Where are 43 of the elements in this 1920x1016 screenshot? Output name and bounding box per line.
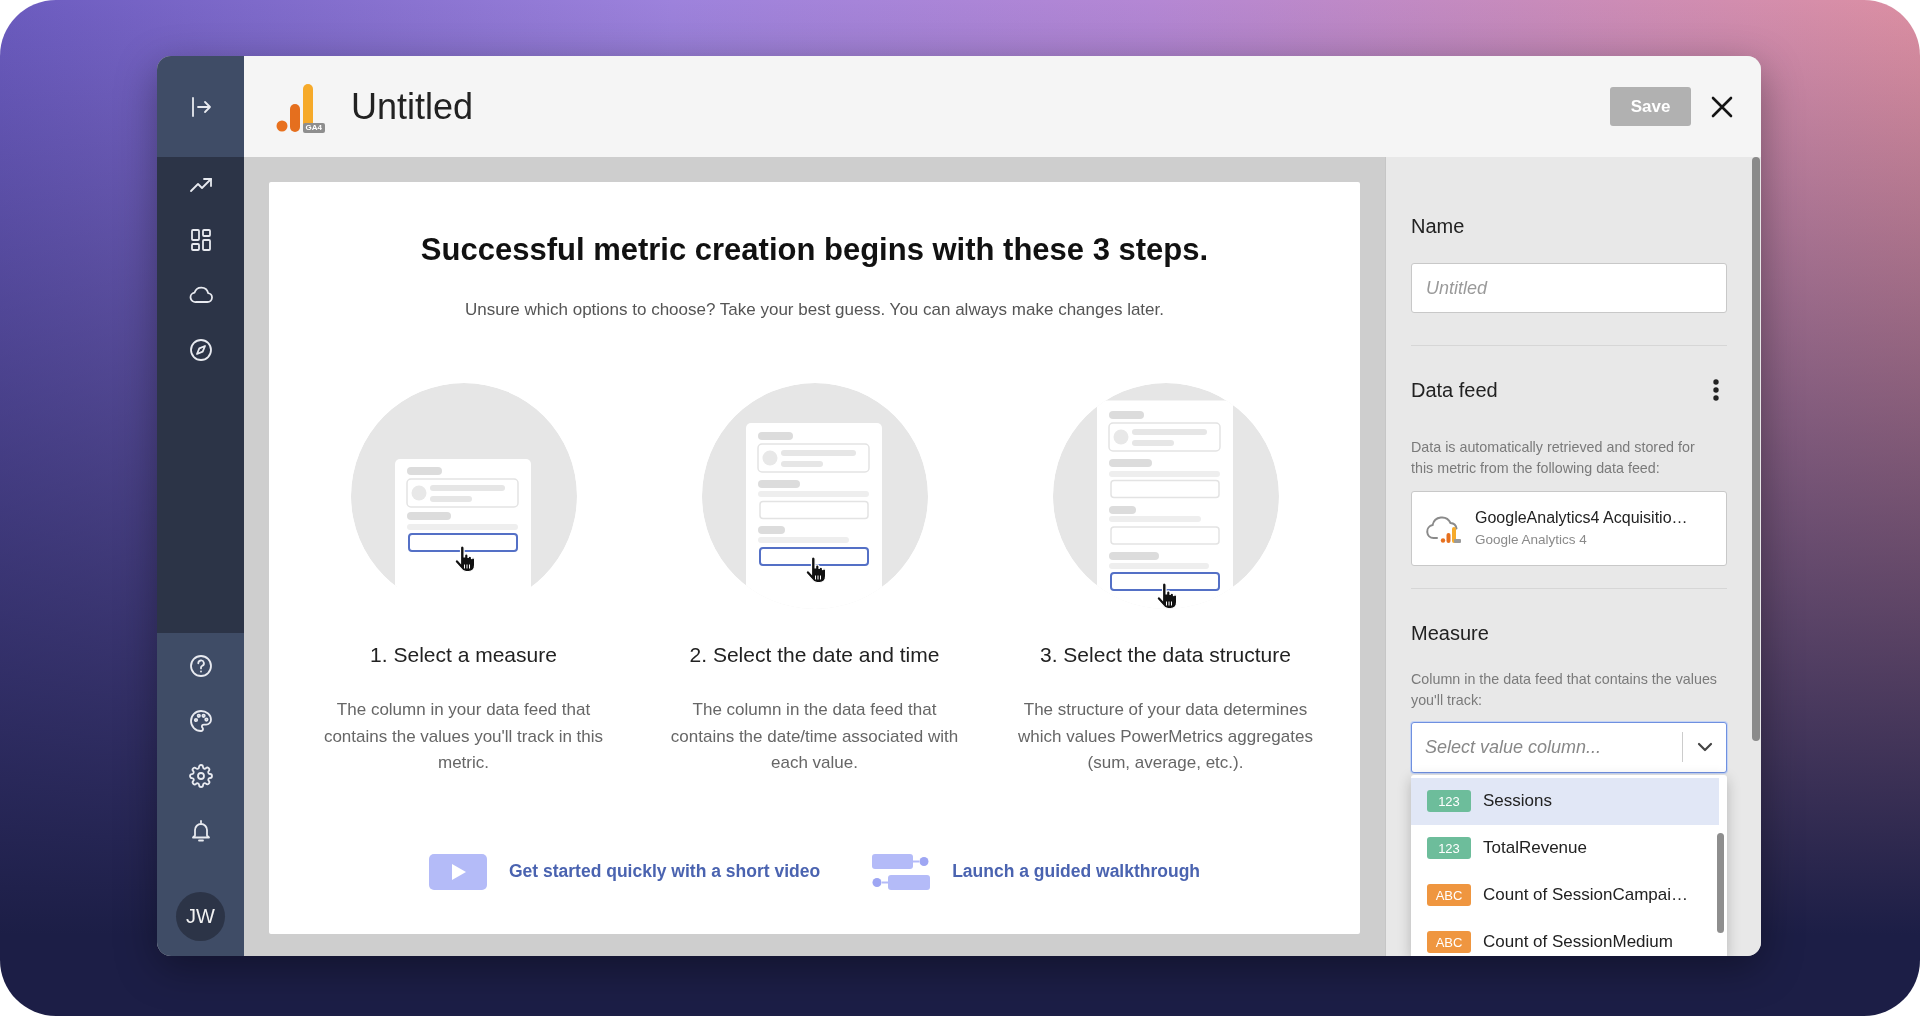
compass-icon[interactable] (188, 337, 213, 362)
type-tag: ABC (1427, 884, 1471, 906)
step-title: 2. Select the date and time (689, 642, 940, 668)
chevron-down-icon[interactable] (1697, 742, 1713, 752)
column-option[interactable]: ABC Count of SessionCampai… (1411, 871, 1719, 919)
type-tag: ABC (1427, 931, 1471, 953)
name-input[interactable]: Untitled (1411, 263, 1727, 313)
feed-title: GoogleAnalytics4 Acquisitio… (1475, 508, 1688, 527)
column-option[interactable]: 123 TotalRevenue (1411, 824, 1719, 872)
data-feed-card[interactable]: GoogleAnalytics4 Acquisitio… Google Analytics 4 (1411, 490, 1727, 566)
column-option[interactable]: 123 Sessions (1411, 777, 1719, 825)
step-title: 1. Select a measure (370, 642, 557, 668)
step-description: The column in your data feed that contains the values you'll track in this metric. (322, 699, 605, 774)
measure-label: Measure (1411, 620, 1490, 645)
data-feed-description: Data is automatically retrieved and stored for this metric from the following data feed: (1411, 438, 1696, 478)
settings-icon[interactable] (188, 764, 213, 788)
feed-source: Google Analytics 4 (1475, 532, 1588, 548)
type-tag: 123 (1427, 790, 1471, 812)
walkthrough-steps-icon (872, 853, 931, 890)
logo-tag: GA4 (302, 122, 325, 133)
metric-title: Untitled (351, 85, 475, 128)
scrollbar-thumb[interactable] (1717, 832, 1724, 933)
tiles-icon[interactable] (188, 227, 213, 252)
name-label: Name (1411, 214, 1466, 238)
data-feed-label: Data feed (1411, 378, 1498, 402)
scrollbar-thumb[interactable] (1752, 157, 1760, 741)
close-icon[interactable] (1711, 95, 1733, 118)
type-tag: 123 (1427, 837, 1471, 859)
help-icon[interactable] (188, 654, 213, 678)
video-link[interactable]: Get started quickly with a short video (428, 853, 821, 890)
palette-icon[interactable] (188, 709, 213, 733)
value-column-select[interactable]: Select value column... (1411, 721, 1727, 773)
play-video-icon (428, 853, 487, 890)
step-description: The column in the data feed that contains the date/time associated with each value. (669, 699, 960, 774)
column-option[interactable]: ABC Count of SessionMedium (1411, 918, 1719, 956)
user-avatar[interactable]: JW (176, 891, 225, 941)
walkthrough-link[interactable]: Launch a guided walkthrough (872, 853, 1201, 890)
step-title: 3. Select the data structure (1040, 642, 1291, 668)
measure-description: Column in the data feed that contains the values you'll track: (1411, 670, 1718, 710)
more-icon[interactable] (1713, 379, 1719, 401)
intro-subtitle: Unsure which options to choose? Take your best guess. You can always make changes later. (465, 299, 1164, 321)
intro-heading: Successful metric creation begins with these 3 steps. (420, 231, 1209, 269)
step-description: The structure of your data determines which values PowerMetrics aggregates (sum, average, etc.). (1017, 699, 1314, 774)
